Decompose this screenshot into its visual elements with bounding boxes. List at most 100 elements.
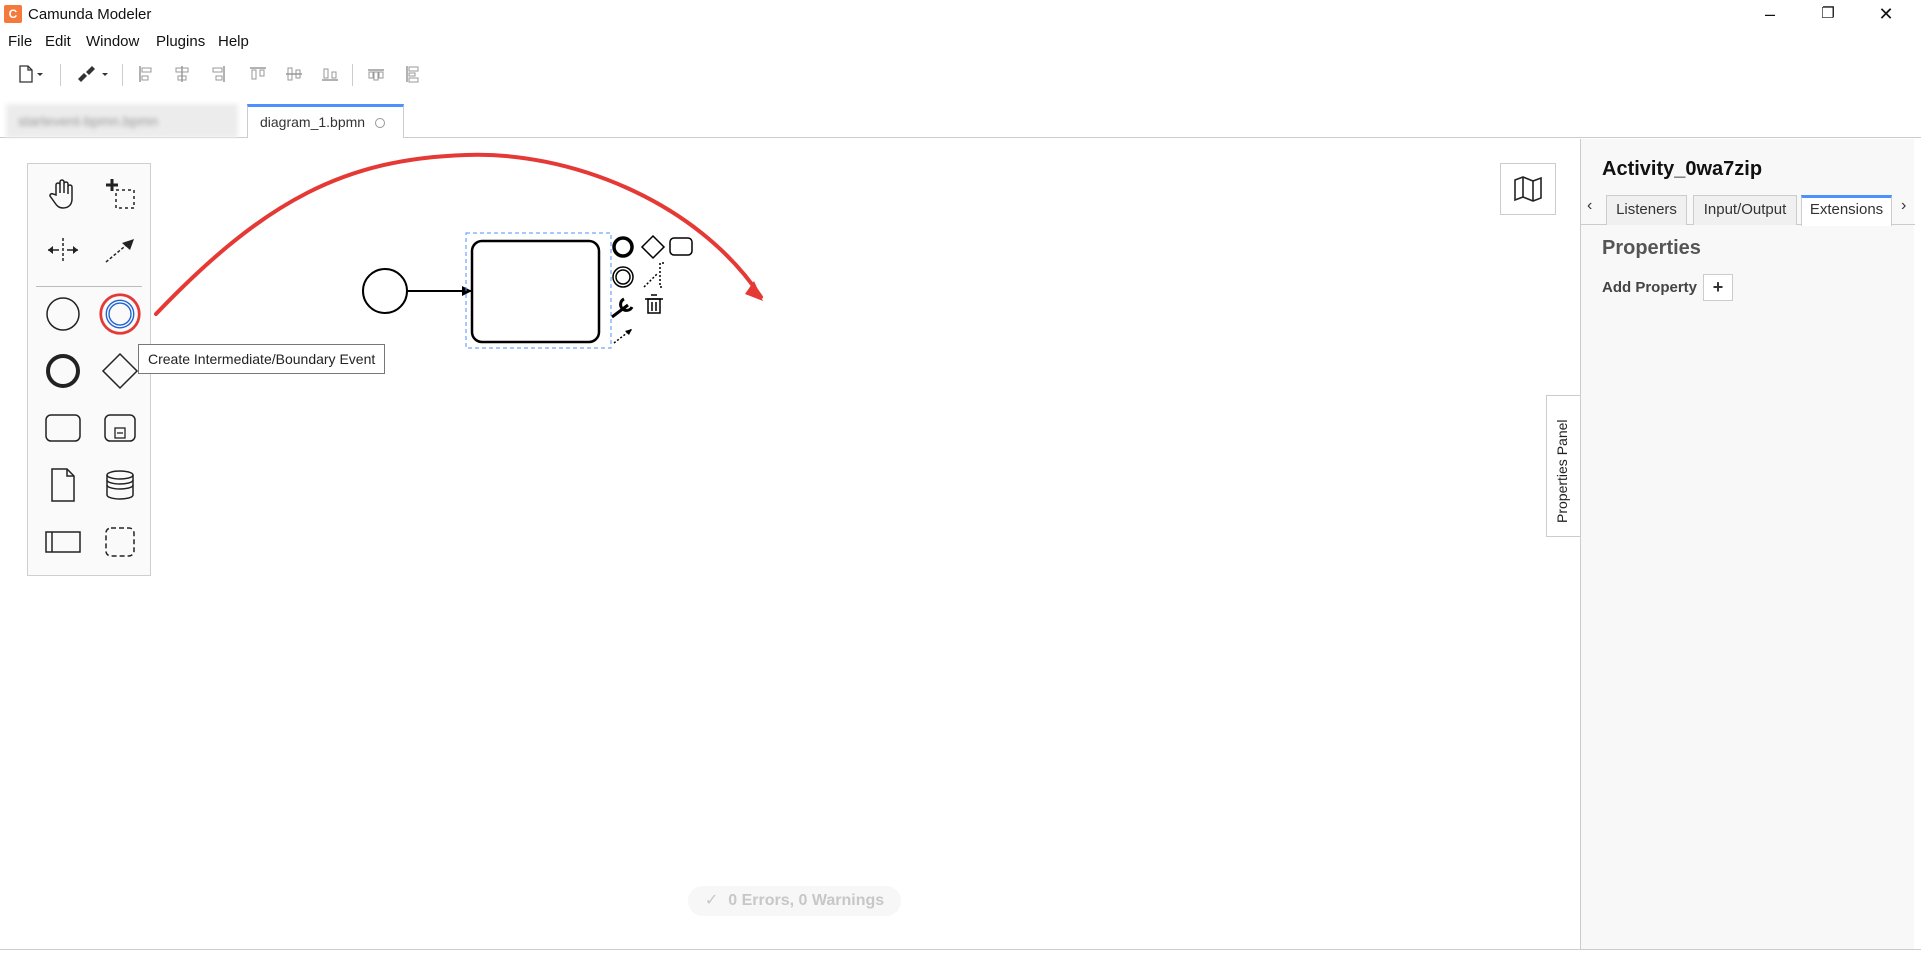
tab-scroll-right-icon[interactable]: › xyxy=(1901,197,1906,215)
align-bottom-button[interactable] xyxy=(316,60,344,88)
align-middle-button[interactable] xyxy=(280,60,308,88)
new-file-icon xyxy=(19,65,43,83)
align-bottom-icon xyxy=(322,68,338,81)
participant-tool-button[interactable] xyxy=(41,520,85,564)
append-task-icon[interactable] xyxy=(669,237,693,256)
align-left-icon xyxy=(139,66,152,82)
camunda-logo-icon: C xyxy=(4,5,22,23)
append-gateway-icon[interactable] xyxy=(640,234,666,260)
close-button[interactable]: ✕ xyxy=(1857,0,1915,30)
hand-tool-button[interactable] xyxy=(41,172,85,216)
end-event-icon xyxy=(46,354,80,388)
tooltip: Create Intermediate/Boundary Event xyxy=(138,344,386,374)
subprocess-icon xyxy=(104,414,136,442)
gateway-tool-button[interactable] xyxy=(98,349,142,393)
task-activity[interactable] xyxy=(470,239,601,344)
delete-trash-icon[interactable] xyxy=(645,294,663,314)
align-right-button[interactable] xyxy=(204,60,232,88)
global-connect-icon xyxy=(105,239,134,263)
add-property-label: Add Property xyxy=(1602,279,1698,296)
tab-startevent-bpmn[interactable]: startevent-bpmn.bpmn xyxy=(6,104,238,138)
group-icon xyxy=(105,527,135,557)
check-icon: ✓ xyxy=(704,892,719,909)
data-object-tool-button[interactable] xyxy=(41,463,85,507)
window-title: Camunda Modeler xyxy=(28,6,152,23)
space-tool-icon xyxy=(48,238,78,262)
data-store-icon xyxy=(106,470,134,500)
align-top-button[interactable] xyxy=(244,60,272,88)
start-event-tool-button[interactable] xyxy=(41,292,85,336)
tab-bar: startevent-bpmn.bpmn diagram_1.bpmn xyxy=(0,100,1921,138)
window-bottom-border xyxy=(0,949,1921,950)
diagram-svg xyxy=(154,152,763,349)
intermediate-event-tool-button[interactable] xyxy=(98,292,142,336)
data-store-tool-button[interactable] xyxy=(98,463,142,507)
lint-status-text: 0 Errors, 0 Warnings xyxy=(728,892,885,909)
properties-panel: Activity_0wa7zip ‹ Listeners Input/Outpu… xyxy=(1580,139,1915,949)
tab-scroll-left-icon[interactable]: ‹ xyxy=(1587,197,1592,215)
properties-panel-toggle[interactable]: Properties Panel xyxy=(1546,395,1581,537)
tab-extensions[interactable]: Extensions xyxy=(1801,195,1892,226)
tab-diagram-1[interactable]: diagram_1.bpmn xyxy=(247,104,404,138)
start-event[interactable] xyxy=(362,268,408,314)
minimap-toggle-button[interactable] xyxy=(1500,163,1556,215)
hand-tool-icon xyxy=(49,179,73,209)
data-object-icon xyxy=(51,468,75,502)
distribute-vertical-button[interactable] xyxy=(398,60,426,88)
change-type-wrench-icon[interactable] xyxy=(611,297,634,319)
add-property-button[interactable]: + xyxy=(1703,274,1733,301)
global-connect-button[interactable] xyxy=(98,228,142,272)
menu-help[interactable]: Help xyxy=(218,33,249,50)
participant-icon xyxy=(45,531,81,553)
new-file-button[interactable] xyxy=(10,60,50,88)
task-tool-button[interactable] xyxy=(41,406,85,450)
properties-panel-toggle-label: Properties Panel xyxy=(1554,419,1570,523)
menu-edit[interactable]: Edit xyxy=(45,33,71,50)
menu-window[interactable]: Window xyxy=(86,33,139,50)
distribute-horizontal-icon xyxy=(368,69,384,81)
element-id-title: Activity_0wa7zip xyxy=(1602,158,1763,180)
tab-listeners[interactable]: Listeners xyxy=(1606,195,1687,225)
tool-palette xyxy=(27,163,151,576)
toolbar-separator xyxy=(122,64,123,86)
append-intermediate-event-inner xyxy=(615,269,631,285)
tab-label: startevent-bpmn.bpmn xyxy=(18,113,159,129)
paint-brush-icon xyxy=(78,66,108,82)
properties-section-title: Properties xyxy=(1602,237,1701,259)
align-center-button[interactable] xyxy=(168,60,196,88)
palette-separator xyxy=(36,286,142,287)
menu-plugins[interactable]: Plugins xyxy=(156,33,205,50)
tab-input-output[interactable]: Input/Output xyxy=(1693,195,1797,225)
space-tool-button[interactable] xyxy=(41,228,85,272)
unsaved-indicator-icon[interactable] xyxy=(374,118,385,129)
distribute-horizontal-button[interactable] xyxy=(362,60,390,88)
align-top-icon xyxy=(250,67,266,80)
group-tool-button[interactable] xyxy=(98,520,142,564)
minimize-button[interactable]: – xyxy=(1741,0,1799,30)
append-end-event-icon[interactable] xyxy=(612,236,634,258)
intermediate-event-icon xyxy=(99,293,141,335)
distribute-vertical-icon xyxy=(406,66,419,83)
start-event-icon xyxy=(46,297,80,331)
align-center-icon xyxy=(175,66,189,82)
paint-brush-button[interactable] xyxy=(70,60,114,88)
append-text-annotation-icon[interactable] xyxy=(643,262,664,288)
diagram-canvas[interactable] xyxy=(6,139,1580,949)
subprocess-tool-button[interactable] xyxy=(98,406,142,450)
lint-status-button[interactable]: ✓ 0 Errors, 0 Warnings xyxy=(688,886,901,916)
end-event-tool-button[interactable] xyxy=(41,349,85,393)
toolbar-separator xyxy=(60,64,61,86)
connect-arrowhead xyxy=(625,329,632,335)
annotation-arrowhead xyxy=(745,281,763,301)
task-icon xyxy=(45,414,81,442)
align-left-button[interactable] xyxy=(132,60,160,88)
lasso-tool-icon xyxy=(106,179,135,209)
menu-file[interactable]: File xyxy=(8,33,32,50)
gateway-icon xyxy=(101,352,139,390)
align-right-icon xyxy=(212,66,225,82)
title-bar: C Camunda Modeler – ❐ ✕ xyxy=(0,0,1921,30)
maximize-button[interactable]: ❐ xyxy=(1799,0,1857,30)
lasso-tool-button[interactable] xyxy=(98,172,142,216)
properties-tab-bar: ‹ Listeners Input/Output Extensions › xyxy=(1581,195,1915,226)
context-pad xyxy=(611,234,693,344)
